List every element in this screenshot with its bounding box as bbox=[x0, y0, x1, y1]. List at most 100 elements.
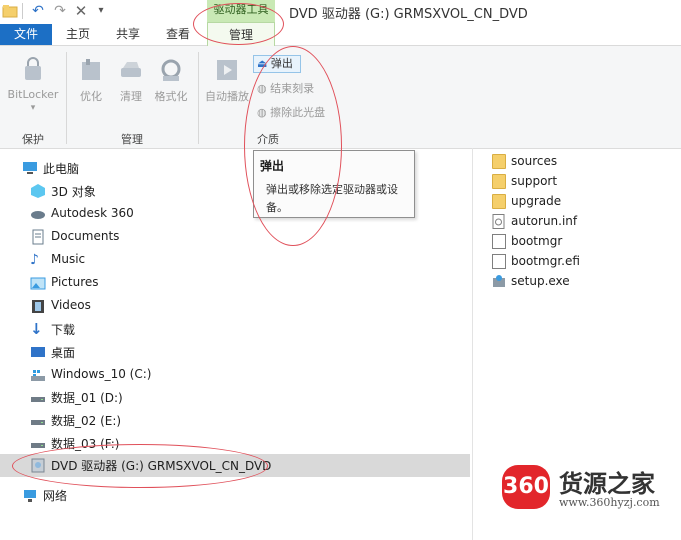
documents-icon bbox=[30, 229, 46, 245]
nav-label: Autodesk 360 bbox=[51, 206, 134, 220]
eject-button[interactable]: ⏏ 弹出 bbox=[253, 55, 301, 73]
bitlocker-dropdown-icon: ▾ bbox=[30, 103, 36, 113]
nav-item-documents[interactable]: Documents bbox=[0, 226, 470, 248]
autoplay-icon bbox=[213, 56, 241, 84]
nav-label: 3D 对象 bbox=[51, 185, 96, 199]
nav-item-drive-f[interactable]: 数据_03 (F:) bbox=[0, 432, 470, 454]
nav-label: DVD 驱动器 (G:) GRMSXVOL_CN_DVD bbox=[51, 459, 272, 473]
tab-view[interactable]: 查看 bbox=[160, 24, 196, 45]
drive-tools-context-label: 驱动器工具 bbox=[207, 0, 275, 22]
optimize-button[interactable]: 优化 bbox=[72, 56, 110, 104]
windows-drive-icon bbox=[30, 367, 46, 383]
optimize-icon bbox=[77, 56, 105, 84]
desktop-icon bbox=[30, 344, 46, 360]
nav-label: 下载 bbox=[51, 323, 76, 337]
format-label: 格式化 bbox=[154, 90, 188, 103]
cleanup-button[interactable]: 清理 bbox=[112, 56, 150, 104]
ribbon-tab-bar bbox=[0, 24, 681, 46]
hard-drive-icon bbox=[30, 389, 46, 405]
nav-label: Videos bbox=[51, 298, 91, 312]
ribbon-separator bbox=[66, 52, 67, 144]
file-name: support bbox=[511, 174, 558, 188]
list-item-support[interactable]: support bbox=[492, 172, 672, 192]
nav-item-drive-e[interactable]: 数据_02 (E:) bbox=[0, 409, 470, 431]
nav-item-network[interactable]: 网络 bbox=[0, 484, 470, 506]
finish-burn-label: 结束刻录 bbox=[270, 82, 315, 95]
nav-item-downloads[interactable]: ↓ 下载 bbox=[0, 318, 470, 340]
bitlocker-button[interactable]: BitLocker ▾ bbox=[6, 56, 60, 113]
nav-item-3d-objects[interactable]: 3D 对象 bbox=[0, 180, 470, 202]
nav-label: 桌面 bbox=[51, 346, 76, 360]
nav-item-pictures[interactable]: Pictures bbox=[0, 272, 470, 294]
dvd-drive-icon bbox=[30, 457, 46, 473]
list-item-autorun[interactable]: autorun.inf bbox=[492, 212, 672, 232]
customize-quick-access-icon[interactable]: ▾ bbox=[93, 3, 109, 19]
folder-icon bbox=[492, 174, 506, 189]
format-icon bbox=[157, 56, 185, 84]
hard-drive-icon bbox=[30, 435, 46, 451]
nav-item-autodesk-360[interactable]: Autodesk 360 bbox=[0, 203, 470, 225]
qa-separator bbox=[22, 3, 23, 19]
nav-label: 数据_01 (D:) bbox=[51, 391, 123, 405]
nav-item-videos[interactable]: Videos bbox=[0, 295, 470, 317]
list-item-upgrade[interactable]: upgrade bbox=[492, 192, 672, 212]
nav-item-dvd-drive[interactable]: DVD 驱动器 (G:) GRMSXVOL_CN_DVD bbox=[0, 454, 470, 477]
bitlocker-icon bbox=[19, 56, 47, 84]
nav-item-music[interactable]: ♪ Music bbox=[0, 249, 470, 271]
cleanup-icon bbox=[117, 56, 145, 84]
erase-disc-icon: ◍ bbox=[257, 106, 267, 119]
undo-icon[interactable]: ↶ bbox=[30, 3, 46, 19]
optimize-label: 优化 bbox=[80, 90, 102, 103]
nav-label: 网络 bbox=[43, 489, 68, 503]
nav-item-drive-d[interactable]: 数据_01 (D:) bbox=[0, 386, 470, 408]
eject-icon: ⏏ bbox=[257, 57, 268, 70]
nav-label: 此电脑 bbox=[43, 162, 80, 176]
setup-exe-icon bbox=[492, 274, 506, 289]
file-name: upgrade bbox=[511, 194, 562, 208]
erase-disc-button[interactable]: ◍ 擦除此光盘 bbox=[257, 104, 325, 120]
list-item-sources[interactable]: sources bbox=[492, 152, 672, 172]
nav-label: Pictures bbox=[51, 275, 99, 289]
burn-disc-icon: ◍ bbox=[257, 82, 267, 95]
cloud-drive-icon bbox=[30, 206, 46, 222]
finish-burn-button[interactable]: ◍ 结束刻录 bbox=[257, 80, 314, 96]
tab-share[interactable]: 共享 bbox=[110, 24, 146, 45]
delete-icon[interactable]: ✕ bbox=[73, 3, 89, 19]
nav-item-desktop[interactable]: 桌面 bbox=[0, 341, 470, 363]
folder-icon[interactable] bbox=[2, 3, 18, 19]
file-name: autorun.inf bbox=[511, 214, 578, 228]
file-name: setup.exe bbox=[511, 274, 570, 288]
list-item-bootmgr[interactable]: bootmgr bbox=[492, 232, 672, 252]
hard-drive-icon bbox=[30, 412, 46, 428]
format-button[interactable]: 格式化 bbox=[150, 56, 192, 104]
file-icon bbox=[492, 254, 506, 269]
nav-label: Music bbox=[51, 252, 86, 266]
tab-manage[interactable]: 管理 bbox=[207, 22, 275, 46]
eject-label: 弹出 bbox=[270, 57, 293, 70]
tab-file[interactable]: 文件 bbox=[0, 24, 52, 45]
download-arrow-icon: ↓ bbox=[30, 320, 43, 338]
watermark-badge: 360 bbox=[502, 465, 550, 509]
list-item-bootmgr-efi[interactable]: bootmgr.efi bbox=[492, 252, 672, 272]
nav-label: Documents bbox=[51, 229, 120, 243]
nav-item-drive-c[interactable]: Windows_10 (C:) bbox=[0, 364, 470, 386]
manage-group-label: 管理 bbox=[121, 133, 143, 146]
nav-label: Windows_10 (C:) bbox=[51, 367, 152, 381]
videos-icon bbox=[30, 298, 46, 314]
window-title: DVD 驱动器 (G:) GRMSXVOL_CN_DVD bbox=[289, 7, 528, 22]
nav-label: 数据_03 (F:) bbox=[51, 437, 120, 451]
watermark: 360 货源之家 www.360hyzj.com bbox=[497, 460, 677, 516]
nav-item-this-pc[interactable]: 此电脑 bbox=[0, 157, 470, 179]
folder-icon bbox=[492, 194, 506, 209]
ribbon-separator bbox=[198, 52, 199, 144]
nav-label: 数据_02 (E:) bbox=[51, 414, 122, 428]
cleanup-label: 清理 bbox=[120, 90, 142, 103]
settings-file-icon bbox=[492, 214, 506, 229]
redo-icon[interactable]: ↷ bbox=[52, 3, 68, 19]
erase-disc-label: 擦除此光盘 bbox=[270, 106, 326, 119]
tab-home[interactable]: 主页 bbox=[60, 24, 96, 45]
autoplay-button[interactable]: 自动播放 bbox=[202, 56, 252, 104]
media-group-label: 介质 bbox=[257, 133, 279, 146]
list-item-setup-exe[interactable]: setup.exe bbox=[492, 272, 672, 292]
music-icon: ♪ bbox=[30, 252, 39, 268]
